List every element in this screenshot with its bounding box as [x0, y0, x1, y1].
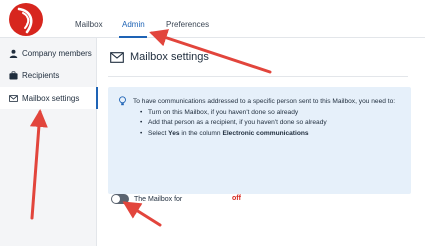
- tab-mailbox[interactable]: Mailbox: [75, 20, 103, 30]
- sidebar-item-label: Company members: [22, 48, 92, 58]
- arrow-to-toggle: [122, 201, 162, 227]
- toggle-knob: [112, 195, 120, 203]
- page-header: Mailbox settings: [110, 51, 209, 63]
- lightbulb-icon: [118, 96, 127, 106]
- tab-preferences[interactable]: Preferences: [166, 20, 209, 30]
- list-item: Select Yes in the column Electronic comm…: [140, 129, 405, 140]
- list-item-text: Select: [148, 129, 169, 137]
- list-item: Turn on this Mailbox, if you haven't don…: [140, 108, 405, 119]
- envelope-icon: [9, 94, 18, 103]
- info-text: To have communications addressed to a sp…: [133, 97, 405, 139]
- list-item-text: in the column: [179, 129, 223, 137]
- person-icon: [9, 49, 18, 58]
- sidebar-item-company-members[interactable]: Company members: [0, 42, 97, 64]
- list-item: Add that person as a recipient, if you h…: [140, 118, 405, 129]
- toggle-state: off: [232, 195, 241, 202]
- page-title: Mailbox settings: [130, 51, 209, 63]
- tab-admin[interactable]: Admin: [122, 20, 145, 30]
- active-tab-indicator: [119, 36, 147, 38]
- brand-logo-icon[interactable]: [9, 3, 43, 36]
- info-box: To have communications addressed to a sp…: [108, 87, 411, 194]
- toggle-label: The Mailbox for: [134, 195, 183, 203]
- divider: [108, 76, 408, 77]
- top-bar: Mailbox Admin Preferences: [0, 0, 425, 38]
- sidebar-item-mailbox-settings[interactable]: Mailbox settings: [0, 87, 98, 109]
- list-item-bold: Yes: [168, 129, 180, 137]
- mailbox-toggle[interactable]: [111, 194, 129, 204]
- mailbox-toggle-row: The Mailbox for: [111, 192, 182, 206]
- sidebar-item-label: Recipients: [22, 70, 60, 80]
- info-intro: To have communications addressed to a sp…: [133, 98, 396, 105]
- info-list: Turn on this Mailbox, if you haven't don…: [140, 108, 405, 140]
- briefcase-icon: [9, 70, 18, 80]
- list-item-bold: Electronic communications: [222, 129, 309, 137]
- sidebar-item-recipients[interactable]: Recipients: [0, 64, 97, 86]
- envelope-icon: [110, 51, 124, 63]
- sidebar: Company members Recipients Mailbox setti…: [0, 38, 98, 246]
- sidebar-item-label: Mailbox settings: [22, 93, 80, 103]
